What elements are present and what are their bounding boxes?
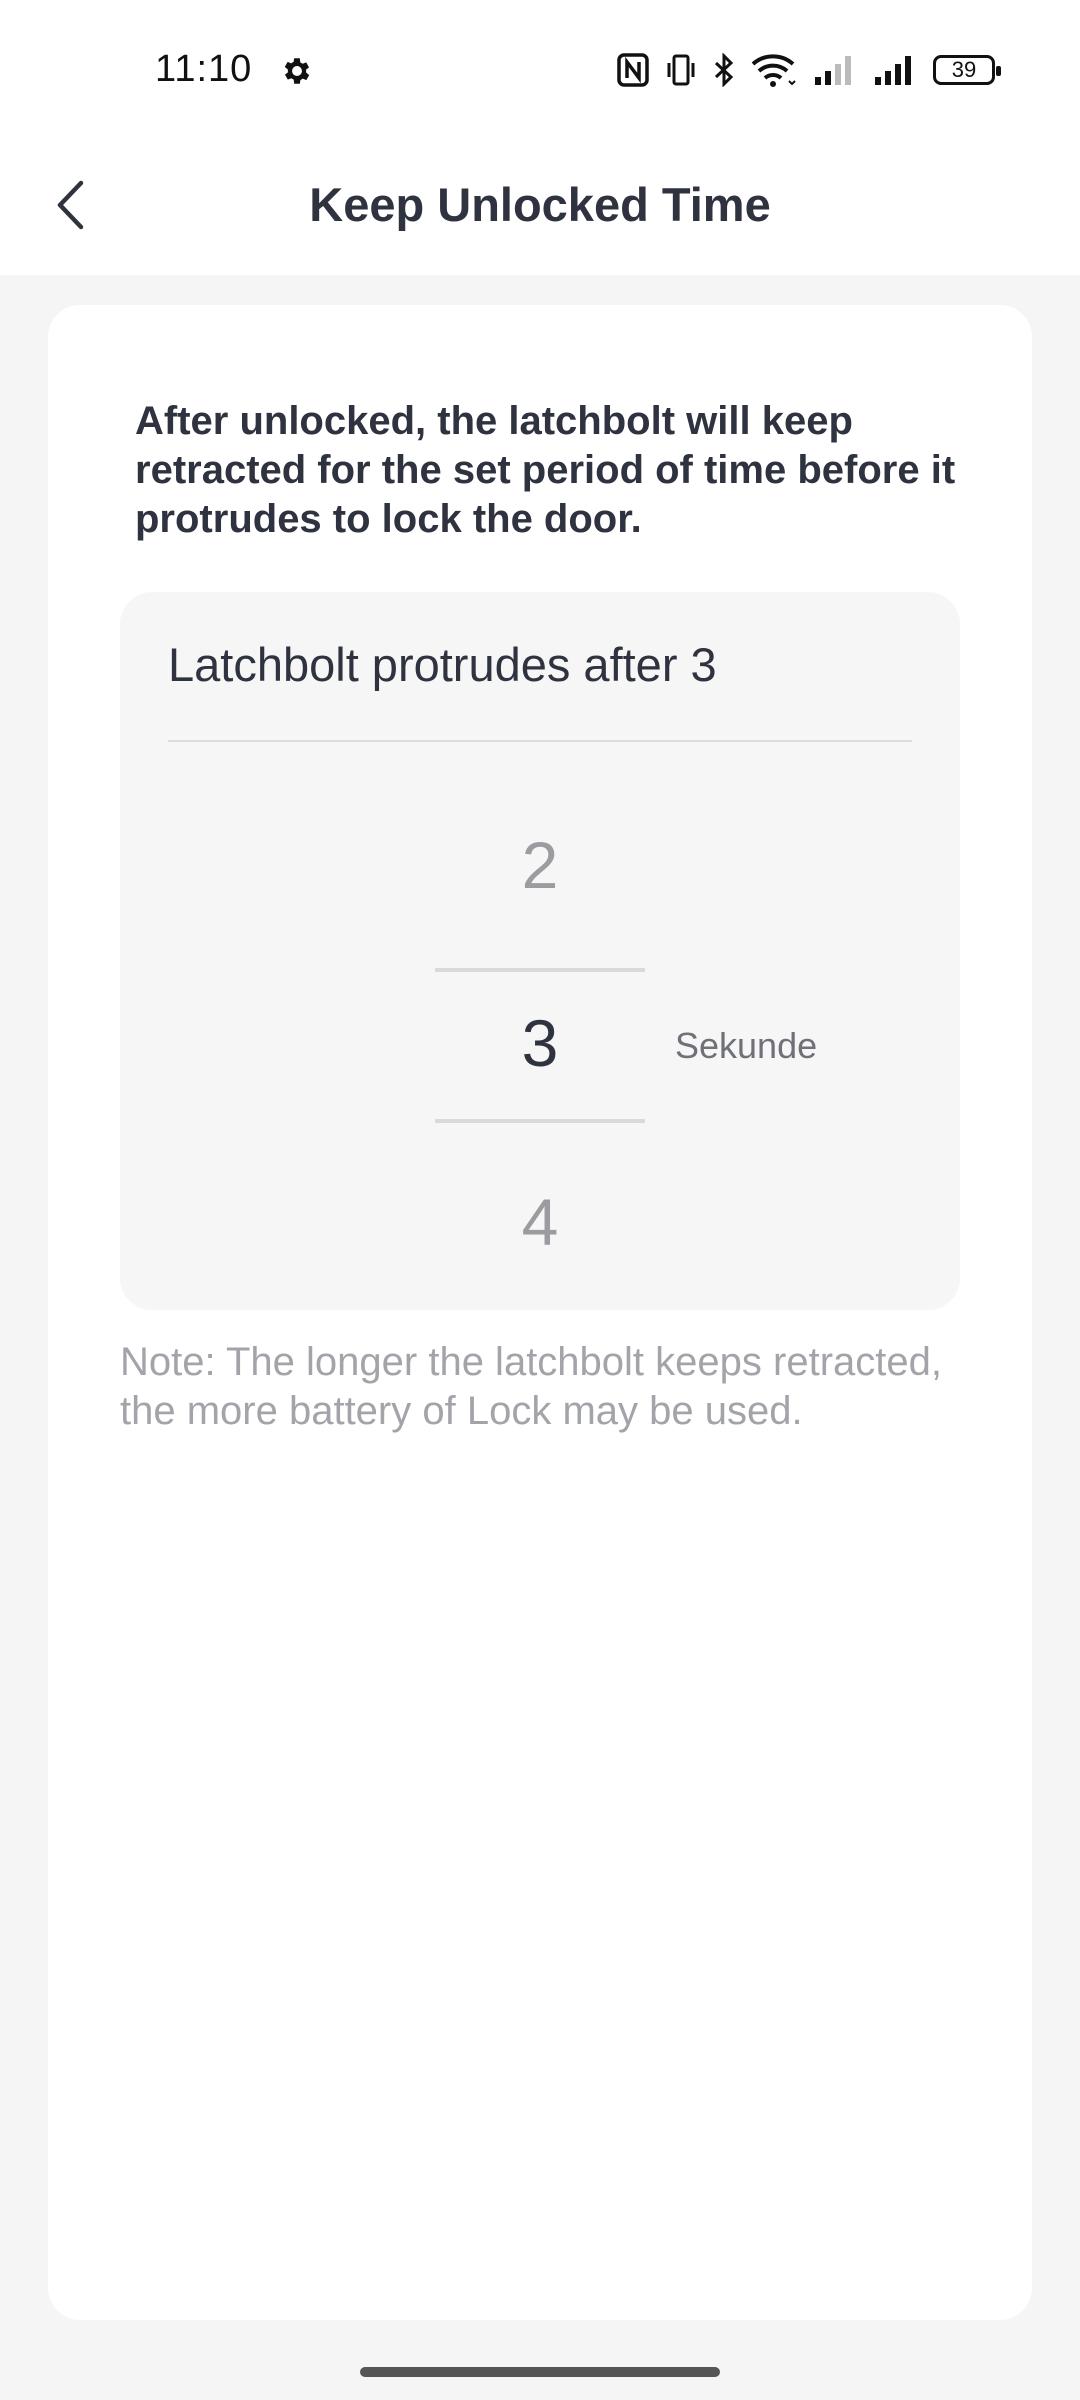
time-picker-panel: Latchbolt protrudes after 3 2 3 4 Sekund… bbox=[120, 592, 960, 1310]
vibrate-icon bbox=[667, 54, 695, 86]
settings-card: After unlocked, the latchbolt will keep … bbox=[48, 305, 1032, 2320]
picker-heading: Latchbolt protrudes after 3 bbox=[168, 638, 717, 691]
signal-strong-icon bbox=[875, 56, 911, 85]
wifi-icon bbox=[751, 54, 796, 87]
selection-top-line bbox=[435, 968, 645, 972]
status-bar: 11:10 39 bbox=[0, 0, 1080, 140]
selection-bottom-line bbox=[435, 1119, 645, 1123]
picker-unit-label: Sekunde bbox=[675, 1025, 818, 1066]
battery-icon: 39 bbox=[933, 55, 1001, 85]
battery-level: 39 bbox=[951, 57, 977, 82]
divider bbox=[168, 740, 912, 742]
home-indicator[interactable] bbox=[360, 2367, 720, 2377]
nfc-icon bbox=[617, 53, 649, 87]
note-text: Note: The longer the latchbolt keeps ret… bbox=[120, 1340, 942, 1433]
status-icons: 39 bbox=[617, 50, 1001, 90]
status-time: 11:10 bbox=[155, 48, 253, 90]
description-text: After unlocked, the latchbolt will keep … bbox=[135, 399, 956, 541]
bluetooth-icon bbox=[714, 53, 734, 87]
picker-option-previous[interactable]: 2 bbox=[435, 827, 645, 903]
picker-option-selected[interactable]: 3 bbox=[435, 1005, 645, 1081]
picker-option-next[interactable]: 4 bbox=[435, 1184, 645, 1260]
settings-gear-icon bbox=[284, 58, 310, 84]
page-title: Keep Unlocked Time bbox=[309, 178, 771, 231]
header: Keep Unlocked Time bbox=[0, 140, 1080, 275]
signal-weak-icon bbox=[815, 56, 851, 85]
